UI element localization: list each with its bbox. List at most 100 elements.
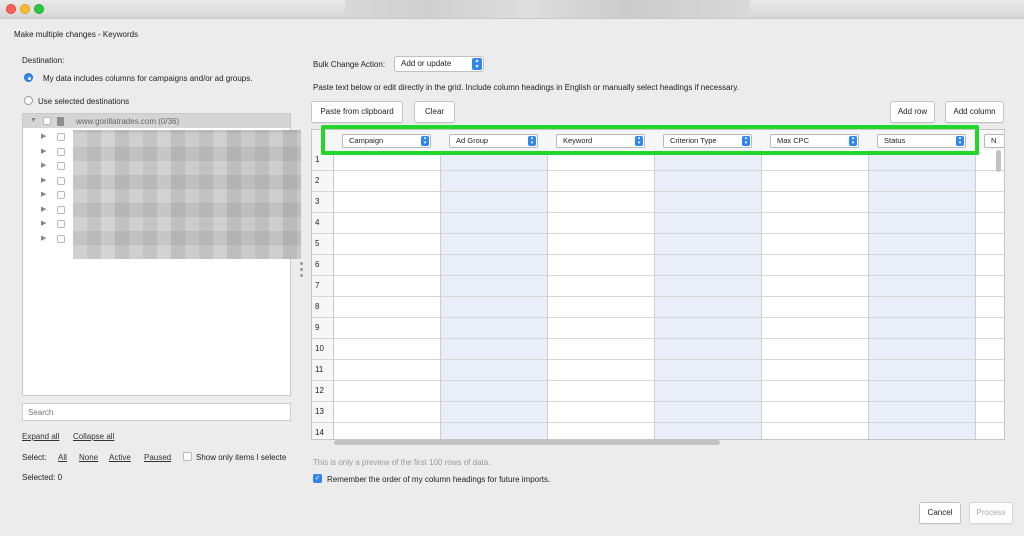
grid-cell[interactable] <box>869 402 976 422</box>
search-input[interactable] <box>22 403 291 421</box>
grid-cell[interactable] <box>655 297 762 317</box>
tree-item-checkbox[interactable] <box>57 191 65 199</box>
radio-use-selected-destinations[interactable] <box>24 96 33 105</box>
grid-cell[interactable] <box>441 297 548 317</box>
grid-cell[interactable] <box>441 402 548 422</box>
grid-cell[interactable] <box>441 234 548 254</box>
grid-cell[interactable] <box>762 318 869 338</box>
grid-cell[interactable] <box>441 213 548 233</box>
horizontal-scrollbar[interactable] <box>334 440 720 445</box>
grid-cell[interactable] <box>334 297 441 317</box>
grid-cell[interactable] <box>976 276 1004 296</box>
grid-cell[interactable] <box>655 192 762 212</box>
grid-cell[interactable] <box>869 381 976 401</box>
expand-triangle-icon[interactable]: ▶ <box>41 205 46 213</box>
minimize-window-icon[interactable] <box>20 4 30 14</box>
grid-cell[interactable] <box>976 255 1004 275</box>
grid-cell[interactable] <box>334 276 441 296</box>
tree-item-checkbox[interactable] <box>57 206 65 214</box>
grid-cell[interactable] <box>869 297 976 317</box>
tree-root-checkbox[interactable] <box>43 117 51 125</box>
show-only-selected-checkbox[interactable] <box>183 452 192 461</box>
grid-cell[interactable] <box>655 339 762 359</box>
grid-cell[interactable] <box>548 360 655 380</box>
grid-cell[interactable] <box>548 213 655 233</box>
grid-cell[interactable] <box>334 381 441 401</box>
collapse-all-link[interactable]: Collapse all <box>73 432 114 441</box>
grid-cell[interactable] <box>334 171 441 191</box>
grid-cell[interactable] <box>869 276 976 296</box>
grid-cell[interactable] <box>334 318 441 338</box>
grid-cell[interactable] <box>869 255 976 275</box>
select-paused-link[interactable]: Paused <box>144 453 171 462</box>
tree-item-checkbox[interactable] <box>57 133 65 141</box>
grid-cell[interactable] <box>441 192 548 212</box>
grid-cell[interactable] <box>655 423 762 439</box>
vertical-scrollbar[interactable] <box>996 150 1001 172</box>
grid-cell[interactable] <box>655 381 762 401</box>
grid-cell[interactable] <box>548 318 655 338</box>
grid-cell[interactable] <box>441 339 548 359</box>
grid-cell[interactable] <box>655 171 762 191</box>
grid-cell[interactable] <box>976 423 1004 439</box>
data-grid[interactable]: Campaign ▴ ▾ Ad Group ▴ ▾ Keyword ▴ ▾ Crite… <box>311 129 1005 440</box>
grid-cell[interactable] <box>762 381 869 401</box>
grid-cell[interactable] <box>334 423 441 439</box>
grid-cell[interactable] <box>762 339 869 359</box>
grid-cell[interactable] <box>976 360 1004 380</box>
destination-tree[interactable]: ▼ www.gorillatrades.com (0/36) ▶ ▶ ▶ ▶ ▶… <box>22 113 301 396</box>
grid-cell[interactable] <box>548 234 655 254</box>
grid-cell[interactable] <box>548 381 655 401</box>
grid-cell[interactable] <box>441 276 548 296</box>
splitter-grip-dot[interactable] <box>300 262 303 265</box>
grid-cell[interactable] <box>762 402 869 422</box>
grid-cell[interactable] <box>762 360 869 380</box>
grid-cell[interactable] <box>762 423 869 439</box>
bulk-action-select[interactable]: Add or update ▴ ▾ <box>394 56 484 72</box>
grid-cell[interactable] <box>869 423 976 439</box>
grid-cell[interactable] <box>334 213 441 233</box>
tree-item-checkbox[interactable] <box>57 235 65 243</box>
grid-cell[interactable] <box>762 276 869 296</box>
expand-triangle-icon[interactable]: ▶ <box>41 147 46 155</box>
grid-cell[interactable] <box>869 318 976 338</box>
grid-cell[interactable] <box>762 234 869 254</box>
remember-order-checkbox[interactable]: ✓ <box>313 474 322 483</box>
grid-cell[interactable] <box>976 171 1004 191</box>
add-row-button[interactable]: Add row <box>890 101 935 123</box>
grid-cell[interactable] <box>655 234 762 254</box>
grid-cell[interactable] <box>548 192 655 212</box>
grid-cell[interactable] <box>441 423 548 439</box>
grid-cell[interactable] <box>441 318 548 338</box>
grid-cell[interactable] <box>655 402 762 422</box>
grid-cell[interactable] <box>334 192 441 212</box>
grid-cell[interactable] <box>441 255 548 275</box>
grid-cell[interactable] <box>334 234 441 254</box>
clear-button[interactable]: Clear <box>414 101 455 123</box>
grid-cell[interactable] <box>548 171 655 191</box>
expand-all-link[interactable]: Expand all <box>22 432 59 441</box>
grid-cell[interactable] <box>762 192 869 212</box>
select-none-link[interactable]: None <box>79 453 98 462</box>
expand-triangle-icon[interactable]: ▶ <box>41 219 46 227</box>
paste-from-clipboard-button[interactable]: Paste from clipboard <box>311 101 403 123</box>
add-column-button[interactable]: Add column <box>945 101 1004 123</box>
grid-cell[interactable] <box>548 339 655 359</box>
column-heading-select-next[interactable]: N <box>984 134 1004 148</box>
tree-item-checkbox[interactable] <box>57 162 65 170</box>
grid-cell[interactable] <box>869 234 976 254</box>
splitter-grip-dot[interactable] <box>300 268 303 271</box>
grid-cell[interactable] <box>441 171 548 191</box>
select-active-link[interactable]: Active <box>109 453 131 462</box>
grid-cell[interactable] <box>441 381 548 401</box>
grid-cell[interactable] <box>869 360 976 380</box>
grid-cell[interactable] <box>655 213 762 233</box>
grid-cell[interactable] <box>976 402 1004 422</box>
grid-cell[interactable] <box>976 318 1004 338</box>
tree-item-checkbox[interactable] <box>57 148 65 156</box>
splitter-grip-dot[interactable] <box>300 274 303 277</box>
process-button[interactable]: Process <box>969 502 1013 524</box>
grid-cell[interactable] <box>869 171 976 191</box>
grid-cell[interactable] <box>334 402 441 422</box>
expand-triangle-icon[interactable]: ▶ <box>41 132 46 140</box>
